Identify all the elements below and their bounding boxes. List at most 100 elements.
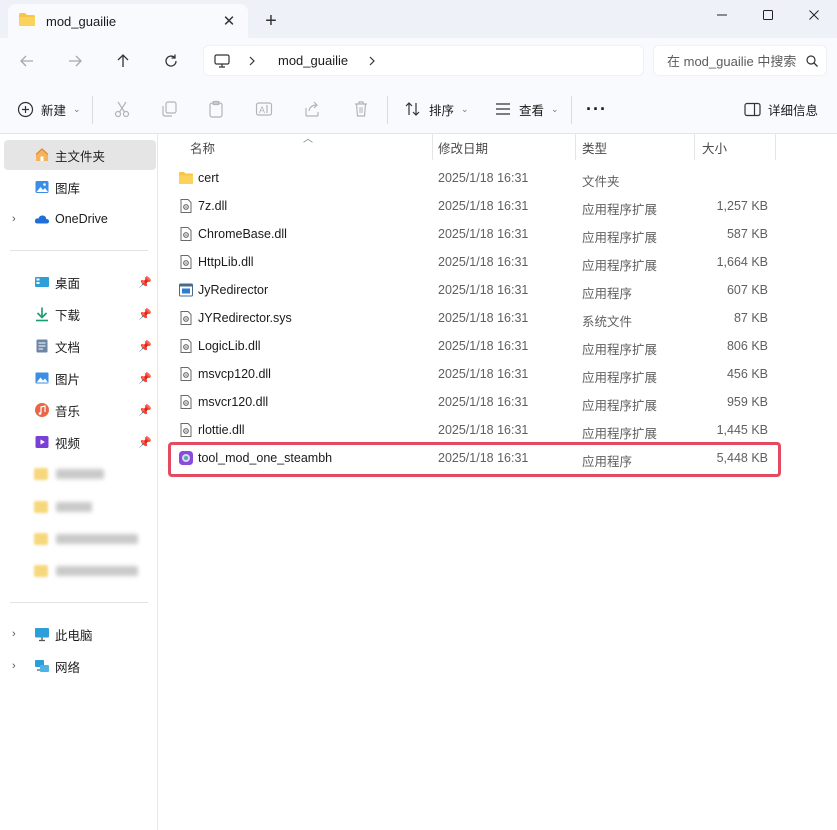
file-name[interactable]: ChromeBase.dll — [198, 227, 287, 241]
chevron-right-icon[interactable]: › — [12, 213, 16, 225]
minimize-button[interactable] — [699, 0, 745, 30]
blurred-pinned-folder[interactable] — [34, 466, 104, 482]
blurred-pinned-folder[interactable] — [34, 499, 92, 515]
tab-close-button[interactable]: ✕ — [218, 10, 240, 32]
pin-icon: 📌 — [138, 340, 152, 353]
blurred-pinned-folder[interactable] — [34, 531, 138, 547]
toolbar-divider — [571, 96, 572, 124]
scissors-icon — [114, 101, 130, 118]
file-date: 2025/1/18 16:31 — [438, 395, 529, 409]
rename-icon: A — [255, 102, 273, 116]
back-button[interactable] — [13, 48, 41, 74]
file-name[interactable]: JYRedirector.sys — [198, 311, 292, 325]
file-name[interactable]: rlottie.dll — [198, 423, 245, 437]
forward-button[interactable] — [61, 48, 89, 74]
new-button[interactable]: 新建 ⌄ — [17, 96, 81, 122]
sidebar-label: 网络 — [55, 660, 81, 675]
blurred-pinned-folder[interactable] — [34, 563, 138, 579]
folder-icon — [34, 533, 48, 545]
sort-label: 排序 — [429, 103, 455, 118]
rename-button[interactable]: A — [255, 96, 273, 122]
sidebar-divider — [10, 602, 148, 603]
details-pane-button[interactable]: 详细信息 — [744, 96, 818, 122]
breadcrumb-mod-guailie[interactable]: mod_guailie — [278, 53, 348, 68]
blurred-label — [56, 469, 104, 479]
sidebar-item-videos[interactable]: 视频 📌 — [4, 427, 156, 457]
download-icon — [36, 307, 48, 322]
search-input[interactable]: 在 mod_guailie 中搜索 — [653, 45, 827, 76]
cut-button[interactable] — [113, 96, 131, 122]
minimize-icon — [717, 14, 727, 16]
file-row[interactable]: rlottie.dll 2025/1/18 16:31 应用程序扩展 1,445 KB — [172, 416, 782, 444]
file-size: 456 KB — [726, 367, 768, 381]
column-divider[interactable] — [694, 134, 695, 160]
sidebar-label: 音乐 — [55, 404, 81, 419]
column-divider[interactable] — [775, 134, 776, 160]
toolbar-divider — [92, 96, 93, 124]
sort-button[interactable]: 排序 ⌄ — [404, 96, 469, 122]
file-row[interactable]: 7z.dll 2025/1/18 16:31 应用程序扩展 1,257 KB — [172, 192, 782, 220]
file-name[interactable]: msvcp120.dll — [198, 367, 271, 381]
file-name[interactable]: 7z.dll — [198, 199, 227, 213]
sidebar-item-this-pc[interactable]: › 此电脑 — [4, 619, 156, 649]
new-tab-button[interactable]: + — [258, 8, 284, 34]
blurred-label — [56, 502, 92, 512]
column-header-size[interactable]: 大小 — [702, 134, 727, 160]
pin-icon: 📌 — [138, 372, 152, 385]
pin-icon: 📌 — [138, 404, 152, 417]
sidebar-item-documents[interactable]: 文档 📌 — [4, 331, 156, 361]
column-header-name[interactable]: 名称 — [190, 134, 215, 160]
file-name[interactable]: msvcr120.dll — [198, 395, 268, 409]
view-label: 查看 — [519, 103, 545, 118]
file-row[interactable]: JyRedirector 2025/1/18 16:31 应用程序 607 KB — [172, 276, 782, 304]
plus-circle-icon — [17, 101, 34, 117]
blurred-label — [56, 534, 138, 544]
sidebar-item-music[interactable]: 音乐 📌 — [4, 395, 156, 425]
dll-icon — [178, 198, 194, 214]
dll-icon — [178, 366, 194, 382]
tab-mod-guailie[interactable]: mod_guailie ✕ — [8, 4, 248, 38]
column-header-type[interactable]: 类型 — [582, 134, 607, 160]
chevron-right-icon[interactable]: › — [12, 628, 16, 640]
file-row[interactable]: LogicLib.dll 2025/1/18 16:31 应用程序扩展 806 KB — [172, 332, 782, 360]
column-divider[interactable] — [432, 134, 433, 160]
address-bar[interactable]: mod_guailie — [203, 45, 644, 76]
arrow-up-icon — [117, 54, 129, 67]
file-list: ︿ 名称 修改日期 类型 大小 cert 2025/1/18 16:31 文件夹 7z… — [158, 134, 837, 830]
column-header-date[interactable]: 修改日期 — [438, 134, 488, 160]
music-icon — [35, 403, 49, 417]
view-button[interactable]: 查看 ⌄ — [494, 96, 559, 122]
up-button[interactable] — [109, 48, 137, 74]
copy-button[interactable] — [160, 96, 178, 122]
refresh-button[interactable] — [157, 48, 185, 74]
sidebar-item-downloads[interactable]: 下载 📌 — [4, 299, 156, 329]
file-row[interactable]: HttpLib.dll 2025/1/18 16:31 应用程序扩展 1,664 KB — [172, 248, 782, 276]
sidebar-item-desktop[interactable]: 桌面 📌 — [4, 267, 156, 297]
sidebar-item-network[interactable]: › 网络 — [4, 651, 156, 681]
file-row[interactable]: JYRedirector.sys 2025/1/18 16:31 系统文件 87 KB — [172, 304, 782, 332]
sidebar-item-home[interactable]: 主文件夹 — [4, 140, 156, 170]
refresh-icon — [165, 54, 177, 67]
sidebar-item-onedrive[interactable]: › OneDrive — [4, 204, 156, 234]
dll-icon — [178, 394, 194, 410]
paste-button[interactable] — [207, 96, 225, 122]
file-name[interactable]: cert — [198, 171, 219, 185]
more-options-button[interactable]: ··· — [586, 96, 607, 122]
file-row[interactable]: msvcr120.dll 2025/1/18 16:31 应用程序扩展 959 KB — [172, 388, 782, 416]
file-row[interactable]: msvcp120.dll 2025/1/18 16:31 应用程序扩展 456 KB — [172, 360, 782, 388]
file-row[interactable]: cert 2025/1/18 16:31 文件夹 — [172, 164, 782, 192]
sidebar-item-gallery[interactable]: 图库 — [4, 172, 156, 202]
share-button[interactable] — [303, 96, 321, 122]
sidebar-item-pictures[interactable]: 图片 📌 — [4, 363, 156, 393]
chevron-right-icon[interactable]: › — [12, 660, 16, 672]
exe-icon — [178, 282, 194, 298]
maximize-button[interactable] — [745, 0, 791, 30]
column-divider[interactable] — [575, 134, 576, 160]
close-window-button[interactable] — [791, 0, 837, 30]
delete-button[interactable] — [352, 96, 370, 122]
file-row[interactable]: ChromeBase.dll 2025/1/18 16:31 应用程序扩展 587 K… — [172, 220, 782, 248]
dll-icon — [178, 338, 194, 354]
file-name[interactable]: LogicLib.dll — [198, 339, 261, 353]
file-name[interactable]: HttpLib.dll — [198, 255, 254, 269]
file-name[interactable]: JyRedirector — [198, 283, 268, 297]
